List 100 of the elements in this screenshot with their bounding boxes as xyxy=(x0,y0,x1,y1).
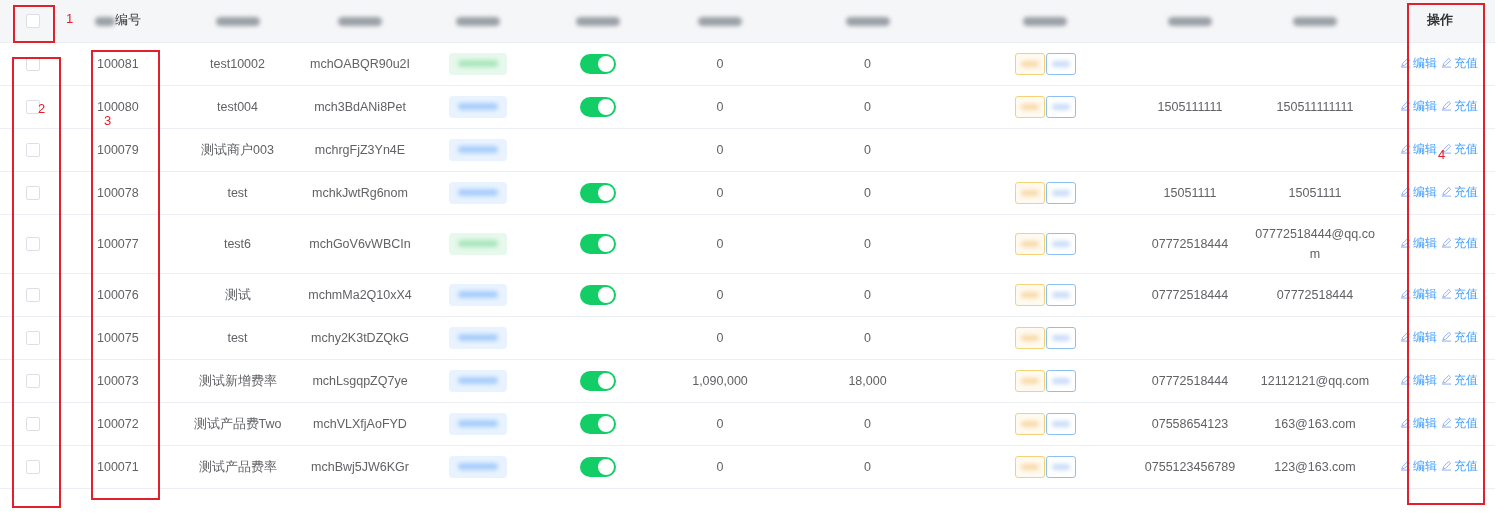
pencil-icon xyxy=(1400,57,1411,69)
product-tag xyxy=(1045,326,1076,349)
action-link[interactable]: 充值 xyxy=(1454,326,1478,347)
table-cell: 15051111 xyxy=(1163,185,1217,200)
product-tag xyxy=(1045,283,1076,306)
action-link[interactable]: 编辑 xyxy=(1413,181,1437,202)
checkbox[interactable] xyxy=(25,237,40,252)
toggle-switch[interactable] xyxy=(579,53,616,74)
table-cell: 100076 xyxy=(97,287,139,302)
toggle-switch[interactable] xyxy=(579,456,616,477)
action-link[interactable]: 充值 xyxy=(1454,412,1478,433)
table-cell: 12112121@qq.com xyxy=(1260,373,1370,388)
action-link[interactable]: 充值 xyxy=(1454,181,1478,202)
pencil-icon xyxy=(1441,288,1452,300)
checkbox[interactable] xyxy=(25,331,40,346)
pencil-icon xyxy=(1400,186,1411,198)
table-cell: 07772518444 xyxy=(1151,373,1229,388)
table-cell: test xyxy=(227,330,248,345)
action-link[interactable]: 编辑 xyxy=(1413,369,1437,390)
table-cell: 0 xyxy=(716,99,724,114)
product-tag xyxy=(1045,95,1076,118)
table-cell: 测试产品费Two xyxy=(193,416,282,431)
checkbox[interactable] xyxy=(25,417,40,432)
action-link[interactable]: 编辑 xyxy=(1413,95,1437,116)
table-cell: 100077 xyxy=(97,236,139,251)
table-cell: mchGoV6vWBCIn xyxy=(309,236,411,251)
table-cell: mchmMa2Q10xX4 xyxy=(308,287,412,302)
table-cell: 100073 xyxy=(97,373,139,388)
table-cell: 0 xyxy=(864,185,871,200)
blurred-text xyxy=(338,16,382,26)
pencil-icon xyxy=(1400,288,1411,300)
blurred-text xyxy=(698,16,742,26)
table-cell: 07772518444 xyxy=(1151,287,1229,302)
table-cell: mchBwj5JW6KGr xyxy=(311,459,409,474)
table-cell: 100079 xyxy=(97,142,139,157)
pencil-icon xyxy=(1400,331,1411,343)
table-cell: test xyxy=(227,185,248,200)
action-link[interactable]: 充值 xyxy=(1454,369,1478,390)
action-link[interactable]: 充值 xyxy=(1454,455,1478,476)
checkbox[interactable] xyxy=(25,288,40,303)
action-link[interactable]: 编辑 xyxy=(1413,412,1437,433)
annotation-number: 1 xyxy=(66,12,74,26)
toggle-switch[interactable] xyxy=(579,413,616,434)
pencil-icon xyxy=(1400,374,1411,386)
table-cell: 07558654123 xyxy=(1151,416,1229,431)
product-tag xyxy=(1045,369,1076,392)
blurred-text xyxy=(1023,16,1067,26)
action-link[interactable]: 编辑 xyxy=(1413,138,1437,159)
checkbox[interactable] xyxy=(25,460,40,475)
table-cell: 0755123456789 xyxy=(1144,459,1236,474)
pencil-icon xyxy=(1400,417,1411,429)
column-header: 编号 xyxy=(115,13,141,28)
table-cell: mchOABQR90u2I xyxy=(309,56,410,71)
table-cell: 0 xyxy=(716,185,724,200)
table-cell: 0 xyxy=(864,287,871,302)
pencil-icon xyxy=(1441,417,1452,429)
checkbox[interactable] xyxy=(25,100,40,115)
table-cell: 0 xyxy=(716,416,724,431)
table-cell: 100078 xyxy=(97,185,139,200)
table-cell: test004 xyxy=(217,99,258,114)
action-link[interactable]: 充值 xyxy=(1454,52,1478,73)
action-link[interactable]: 编辑 xyxy=(1413,232,1437,253)
action-link[interactable]: 编辑 xyxy=(1413,283,1437,304)
table-cell: 100081 xyxy=(97,56,139,71)
column-header: 操作 xyxy=(1427,13,1453,28)
table-cell: test6 xyxy=(223,236,252,251)
action-link[interactable]: 充值 xyxy=(1454,95,1478,116)
table-cell: 100071 xyxy=(97,459,139,474)
product-tag xyxy=(1045,181,1076,204)
table-cell: 0 xyxy=(864,416,871,431)
checkbox[interactable] xyxy=(25,143,40,158)
action-link[interactable]: 充值 xyxy=(1454,232,1478,253)
blurred-text xyxy=(215,16,260,26)
pencil-icon xyxy=(1400,143,1411,155)
toggle-switch[interactable] xyxy=(579,96,616,117)
blurred-text xyxy=(455,16,500,26)
checkbox[interactable] xyxy=(25,14,40,29)
table-cell: 0 xyxy=(716,56,724,71)
table-cell: 0 xyxy=(864,459,871,474)
checkbox[interactable] xyxy=(25,186,40,201)
toggle-switch[interactable] xyxy=(579,284,616,305)
product-tag xyxy=(1045,455,1076,478)
action-link[interactable]: 编辑 xyxy=(1413,326,1437,347)
checkbox[interactable] xyxy=(25,374,40,389)
action-link[interactable]: 编辑 xyxy=(1413,455,1437,476)
toggle-switch[interactable] xyxy=(579,370,616,391)
table-cell: 100075 xyxy=(97,330,139,345)
table-cell: test10002 xyxy=(210,56,265,71)
table-cell: 123@163.com xyxy=(1274,459,1356,474)
blurred-text xyxy=(845,16,890,26)
table-cell: 1505111111 xyxy=(1157,99,1223,114)
table-cell: 0 xyxy=(864,56,871,71)
action-link[interactable]: 充值 xyxy=(1454,283,1478,304)
toggle-switch[interactable] xyxy=(579,182,616,203)
action-link[interactable]: 充值 xyxy=(1454,138,1478,159)
toggle-switch[interactable] xyxy=(579,233,616,254)
table-cell: 163@163.com xyxy=(1274,416,1356,431)
table-cell: 15051111 xyxy=(1288,185,1342,200)
table-cell: 0 xyxy=(864,330,871,345)
action-link[interactable]: 编辑 xyxy=(1413,52,1437,73)
